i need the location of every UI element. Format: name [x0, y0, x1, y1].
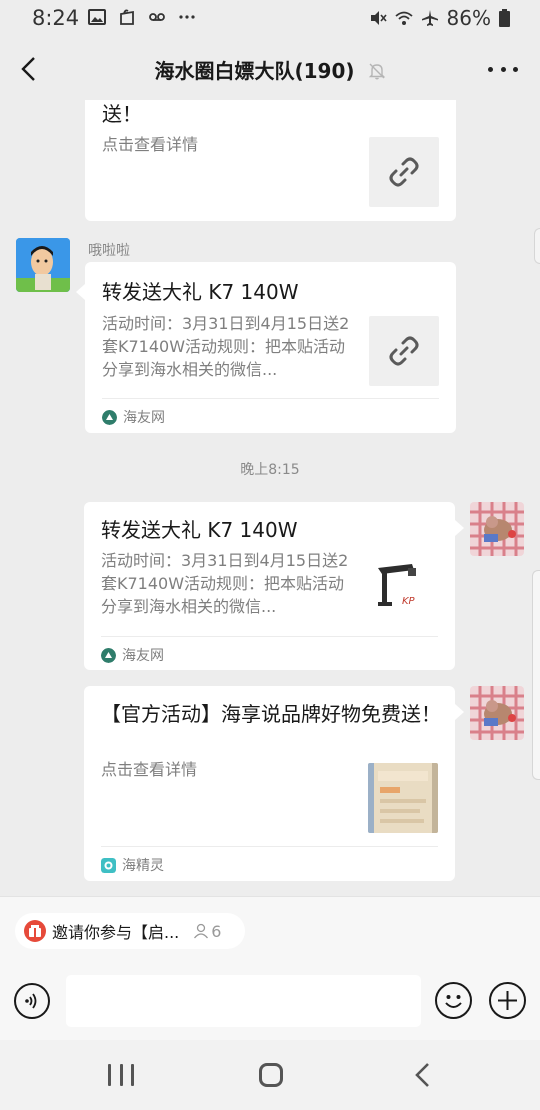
card-source: 海友网	[102, 407, 165, 427]
card-title: 【官方活动】海享说品牌好物免费送！	[101, 702, 441, 726]
haijingling-logo-icon	[101, 857, 116, 873]
svg-text:KP: KP	[402, 596, 416, 607]
card-source: 海友网	[101, 645, 164, 665]
card-desc: 点击查看详情	[101, 760, 198, 779]
blurred-image	[368, 763, 438, 833]
avatar-image	[470, 686, 524, 740]
invite-count: 6	[193, 922, 221, 941]
voice-icon	[25, 993, 37, 1009]
chat-header: 海水圈白嫖大队(190)	[0, 38, 540, 100]
link-card[interactable]: 【官方活动】海享说品牌好物免费送！ 点击查看详情 海精灵	[84, 686, 455, 881]
status-time: 8:24	[32, 6, 80, 30]
bubble-tail	[76, 284, 85, 300]
input-panel: 邀请你参与【启... 6	[0, 896, 540, 1040]
recents-bar	[119, 1064, 123, 1086]
status-left-icons	[88, 8, 196, 26]
bell-off-icon	[368, 63, 385, 80]
link-card[interactable]: 转发送大礼 K7 140W 活动时间：3月31日到4月15日送2套K7140W活…	[84, 502, 455, 670]
battery-icon	[499, 9, 510, 27]
airplane-icon	[421, 10, 438, 26]
scrollbar[interactable]	[532, 570, 540, 780]
product-image: KP	[368, 554, 438, 624]
sender-name: 哦啦啦	[88, 243, 130, 259]
voice-button[interactable]	[14, 983, 50, 1019]
image-icon	[88, 9, 106, 25]
recents-bar	[131, 1064, 134, 1086]
chat-title: 海水圈白嫖大队(190)	[154, 59, 355, 83]
invite-chip[interactable]: 邀请你参与【启... 6	[15, 913, 245, 949]
card-thumbnail	[368, 763, 438, 833]
card-divider	[102, 398, 439, 399]
card-divider	[101, 846, 438, 847]
avatar[interactable]	[16, 238, 70, 292]
avatar-image	[470, 502, 524, 556]
card-thumbnail: KP	[368, 554, 438, 624]
recents-bar	[108, 1064, 111, 1086]
more-dots-icon	[179, 15, 195, 19]
link-card[interactable]: 送！ 点击查看详情	[85, 100, 456, 221]
more-dot	[488, 66, 493, 72]
nav-back-button[interactable]	[412, 1062, 434, 1088]
source-name: 海精灵	[122, 858, 164, 874]
avatar[interactable]	[470, 686, 524, 740]
link-icon	[389, 336, 419, 366]
source-name: 海友网	[123, 410, 165, 426]
status-right-icons: 86%	[369, 6, 510, 30]
card-thumbnail	[369, 137, 439, 207]
avatar-image	[16, 238, 70, 292]
chat-messages[interactable]: 送！ 点击查看详情 哦啦啦 转发送大礼 K7 140W 活动时间：3月31日到4…	[0, 100, 540, 896]
mute-icon	[370, 11, 387, 25]
more-dot	[500, 66, 506, 72]
bubble-tail	[455, 704, 464, 720]
card-thumbnail	[369, 316, 439, 386]
link-icon	[389, 157, 419, 187]
card-desc: 活动时间：3月31日到4月15日送2套K7140W活动规则：把本贴活动分享到海水…	[101, 551, 349, 616]
haiyou-logo-icon	[102, 409, 117, 425]
haiyou-logo-icon	[101, 647, 116, 663]
bag-icon	[120, 9, 134, 25]
wifi-icon	[394, 11, 413, 25]
home-button[interactable]	[259, 1063, 283, 1087]
bubble-tail	[455, 520, 464, 536]
more-dot	[513, 66, 518, 72]
voicemail-icon	[149, 13, 165, 21]
link-card[interactable]: 转发送大礼 K7 140W 活动时间：3月31日到4月15日送2套K7140W活…	[85, 262, 456, 433]
more-button[interactable]	[488, 60, 518, 78]
recents-button[interactable]	[108, 1064, 134, 1086]
edge-panel-handle[interactable]	[534, 228, 540, 264]
card-source: 海精灵	[101, 855, 164, 875]
source-name: 海友网	[122, 648, 164, 664]
chat-title-wrap: 海水圈白嫖大队(190)	[0, 55, 540, 84]
invite-icon	[24, 920, 46, 942]
plus-button[interactable]	[489, 982, 526, 1019]
invite-count-value: 6	[211, 921, 222, 941]
card-title: 送！	[102, 102, 142, 126]
smile-icon	[445, 995, 462, 1008]
card-divider	[101, 636, 438, 637]
message-input[interactable]	[66, 975, 421, 1027]
card-desc: 点击查看详情	[102, 135, 199, 154]
system-nav-bar	[0, 1040, 540, 1110]
emoji-button[interactable]	[435, 982, 472, 1019]
person-icon	[194, 923, 209, 939]
avatar[interactable]	[470, 502, 524, 556]
card-desc: 活动时间：3月31日到4月15日送2套K7140W活动规则：把本贴活动分享到海水…	[102, 314, 350, 379]
status-bar: 8:24 86%	[0, 0, 540, 38]
card-title: 转发送大礼 K7 140W	[101, 518, 298, 542]
plus-icon	[498, 991, 517, 1010]
time-stamp: 晚上8:15	[240, 462, 300, 478]
card-title: 转发送大礼 K7 140W	[102, 280, 299, 304]
battery-percent: 86%	[446, 6, 491, 30]
invite-text: 邀请你参与【启...	[52, 923, 180, 942]
